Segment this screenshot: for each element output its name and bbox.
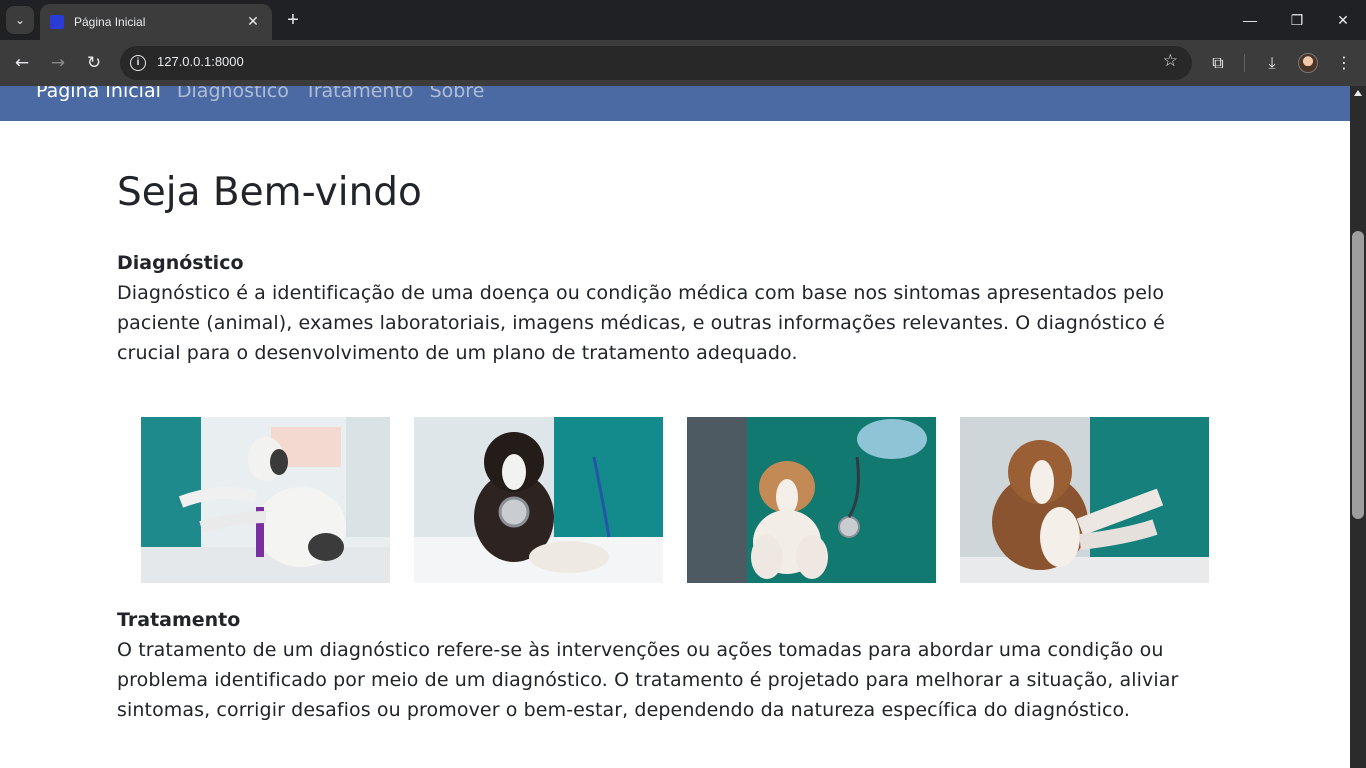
diagnostico-title: Diagnóstico xyxy=(117,252,244,274)
page-title: Seja Bem-vindo xyxy=(117,170,422,215)
site-info-icon[interactable]: i xyxy=(130,55,146,71)
scroll-up-icon[interactable] xyxy=(1354,90,1362,96)
toolbar-divider xyxy=(1244,54,1245,72)
nav-links: Página Inicial Diagnóstico Tratamento So… xyxy=(36,86,500,102)
profile-avatar[interactable] xyxy=(1298,53,1318,73)
tab-title: Página Inicial xyxy=(74,15,146,29)
back-icon[interactable]: ← xyxy=(10,51,34,75)
puppy-with-stethoscope-photo xyxy=(414,417,663,583)
site-navbar: Página Inicial Diagnóstico Tratamento So… xyxy=(0,86,1350,121)
browser-tab[interactable]: Página Inicial ✕ xyxy=(40,4,272,40)
vet-holding-beagle-puppy-photo xyxy=(687,417,936,583)
new-tab-button[interactable]: + xyxy=(282,8,304,32)
nav-item-pagina-inicial[interactable]: Página Inicial xyxy=(36,86,161,102)
nav-item-sobre[interactable]: Sobre xyxy=(430,86,485,102)
diagnostico-text: Diagnóstico é a identificação de uma doe… xyxy=(117,282,1165,364)
url-text[interactable]: 127.0.0.1:8000 xyxy=(157,54,244,69)
nav-item-tratamento[interactable]: Tratamento xyxy=(305,86,414,102)
forward-icon[interactable]: → xyxy=(46,51,70,75)
browser-tab-strip: ⌄ Página Inicial ✕ + — ❐ ✕ xyxy=(0,0,1366,40)
restore-button[interactable]: ❐ xyxy=(1285,8,1309,32)
photo-gallery xyxy=(141,417,1209,583)
puppy-paw-exam-photo xyxy=(960,417,1209,583)
menu-icon[interactable]: ⋮ xyxy=(1332,51,1356,75)
main-content: Seja Bem-vindo Diagnóstico Diagnóstico é… xyxy=(117,170,1217,721)
nav-item-diagnostico[interactable]: Diagnóstico xyxy=(177,86,289,102)
page-viewport: Página Inicial Diagnóstico Tratamento So… xyxy=(0,86,1350,768)
reload-icon[interactable]: ↻ xyxy=(82,51,106,75)
scrollbar-thumb[interactable] xyxy=(1352,231,1364,519)
tratamento-text: O tratamento de um diagnóstico refere-se… xyxy=(117,639,1179,721)
tratamento-title: Tratamento xyxy=(117,609,241,631)
close-tab-icon[interactable]: ✕ xyxy=(244,14,262,30)
close-window-button[interactable]: ✕ xyxy=(1331,8,1355,32)
diagnostico-section: Diagnóstico Diagnóstico é a identificaçã… xyxy=(117,248,1217,368)
tab-search-icon[interactable]: ⌄ xyxy=(6,6,34,34)
downloads-icon[interactable]: ⤓ xyxy=(1260,51,1284,75)
page-scrollbar[interactable] xyxy=(1350,86,1366,768)
tratamento-section: Tratamento O tratamento de um diagnóstic… xyxy=(117,605,1217,725)
browser-toolbar: ← → ↻ i 127.0.0.1:8000 ☆ ⧉ ⤓ ⋮ xyxy=(0,40,1366,86)
bookmark-star-icon[interactable]: ☆ xyxy=(1163,51,1178,71)
favicon-icon xyxy=(50,15,64,29)
minimize-button[interactable]: — xyxy=(1238,8,1262,32)
address-bar[interactable]: i 127.0.0.1:8000 ☆ xyxy=(120,46,1192,80)
vet-with-dog-photo xyxy=(141,417,390,583)
extensions-icon[interactable]: ⧉ xyxy=(1206,51,1230,75)
